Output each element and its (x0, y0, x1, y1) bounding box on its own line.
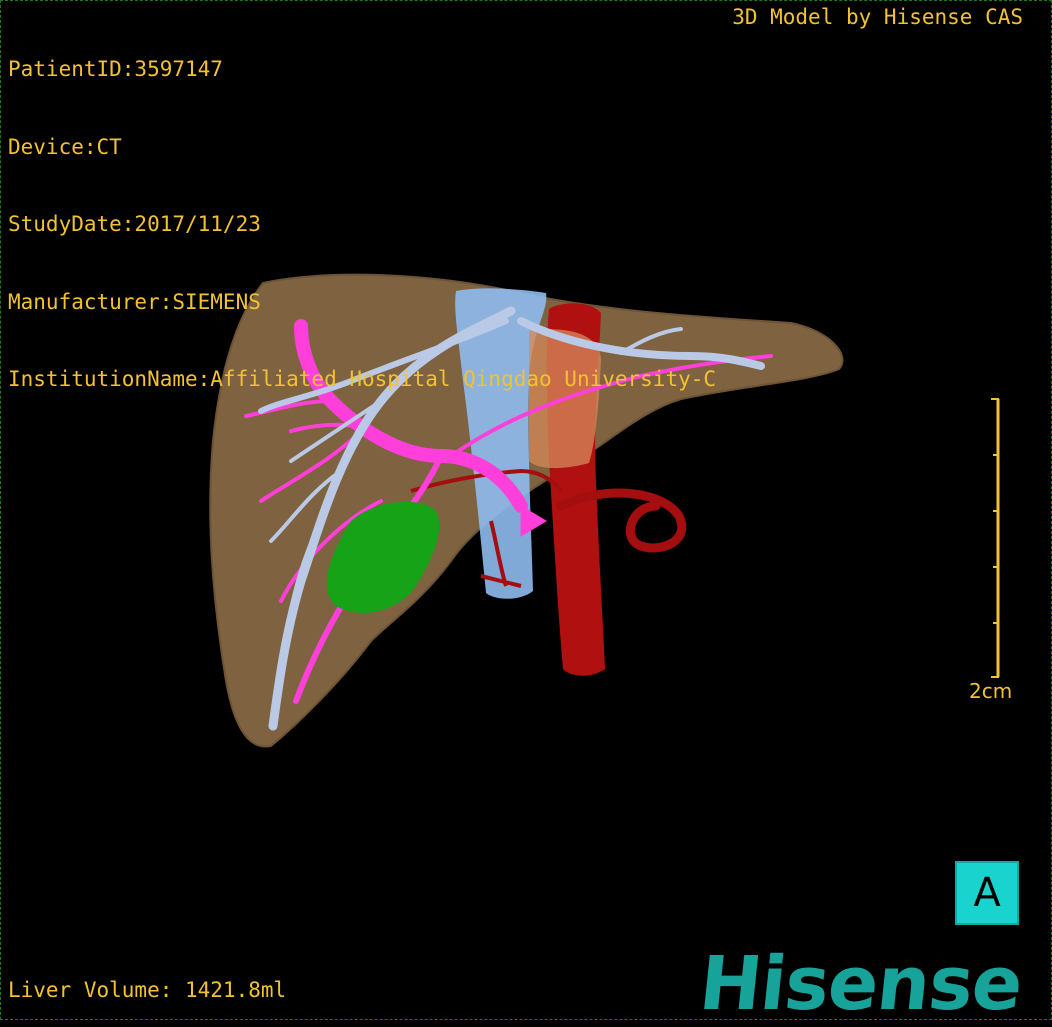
institution-name: InstitutionName:Affiliated Hospital Qing… (8, 367, 717, 391)
scale-bar (991, 398, 1000, 678)
device: Device:CT (8, 134, 122, 159)
patient-id: PatientID:3597147 (8, 57, 223, 81)
liver-volume: Liver Volume: 1421.8ml (8, 978, 287, 1002)
study-date: StudyDate:2017/11/23 (8, 212, 261, 236)
dicom-metadata: PatientID:3597147 Device:CT StudyDate:20… (8, 4, 716, 444)
scale-label: 2cm (969, 679, 1013, 703)
manufacturer: Manufacturer:SIEMENS (8, 289, 261, 314)
model-credit: 3D Model by Hisense CAS (732, 5, 1023, 29)
orientation-cube[interactable]: A (955, 861, 1019, 925)
hisense-logo: Hisense (695, 941, 1026, 1027)
3d-viewport[interactable]: 2cm PatientID:3597147 Device:CT StudyDat… (0, 0, 1052, 1027)
